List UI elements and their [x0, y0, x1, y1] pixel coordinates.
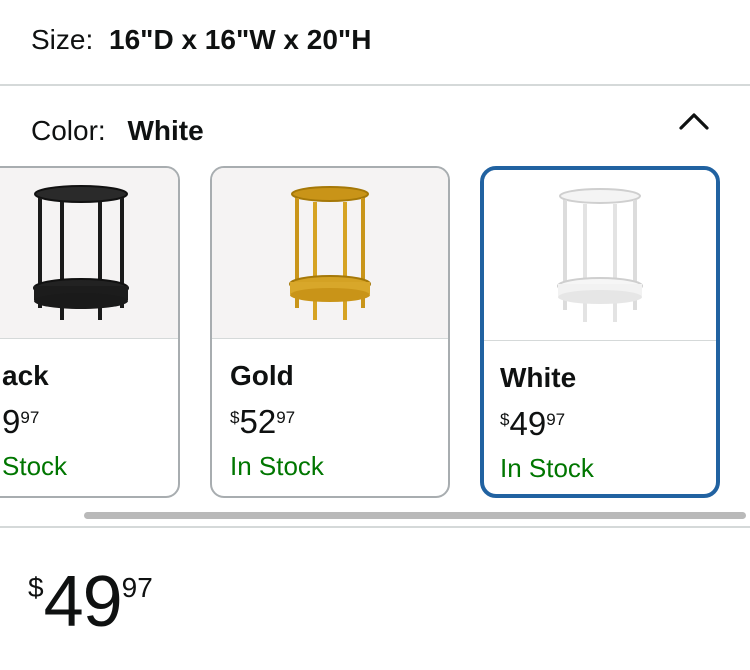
swatch-black[interactable]: ack 997 Stock	[0, 166, 180, 498]
size-row: Size: 16"D x 16"W x 20"H	[31, 22, 371, 58]
price-fraction: 97	[276, 408, 296, 427]
size-value: 16"D x 16"W x 20"H	[109, 24, 372, 55]
swatch-price: 997	[2, 405, 39, 438]
swatch-name: ack	[2, 360, 49, 391]
swatch-white[interactable]: White $4997 In Stock	[480, 166, 720, 498]
price-fraction: 97	[20, 408, 40, 427]
carousel-scrollbar[interactable]	[84, 512, 746, 519]
divider	[0, 84, 750, 86]
currency-symbol: $	[28, 572, 44, 603]
color-swatch-carousel[interactable]: ack 997 Stock Gold $5297 In Stock White …	[0, 164, 750, 504]
price-whole: 49	[43, 562, 123, 642]
price-fraction: 97	[121, 572, 153, 603]
price-whole: 52	[239, 403, 277, 440]
swatch-price: $4997	[500, 407, 565, 440]
size-label: Size:	[31, 24, 94, 55]
stock-status: In Stock	[500, 453, 594, 483]
stock-status: Stock	[2, 451, 68, 481]
currency-symbol: $	[230, 408, 240, 427]
stock-status: In Stock	[230, 451, 324, 481]
product-image-white	[484, 170, 716, 341]
swatch-name: Gold	[230, 360, 294, 391]
product-price: $4997	[28, 566, 153, 638]
color-row: Color: White	[31, 113, 204, 149]
color-label: Color:	[31, 115, 106, 146]
price-fraction: 97	[546, 410, 566, 429]
chevron-up-icon[interactable]	[676, 106, 712, 136]
swatch-gold[interactable]: Gold $5297 In Stock	[210, 166, 450, 498]
product-image-black	[0, 168, 178, 339]
color-value: White	[127, 115, 204, 146]
price-whole: 9	[2, 403, 21, 440]
swatch-price: $5297	[230, 405, 295, 438]
swatch-name: White	[500, 362, 577, 393]
price-whole: 49	[509, 405, 547, 442]
product-image-gold	[212, 168, 448, 339]
product-variation-panel: Size: 16"D x 16"W x 20"H Color: White ac…	[0, 0, 750, 670]
divider	[0, 526, 750, 528]
currency-symbol: $	[500, 410, 510, 429]
